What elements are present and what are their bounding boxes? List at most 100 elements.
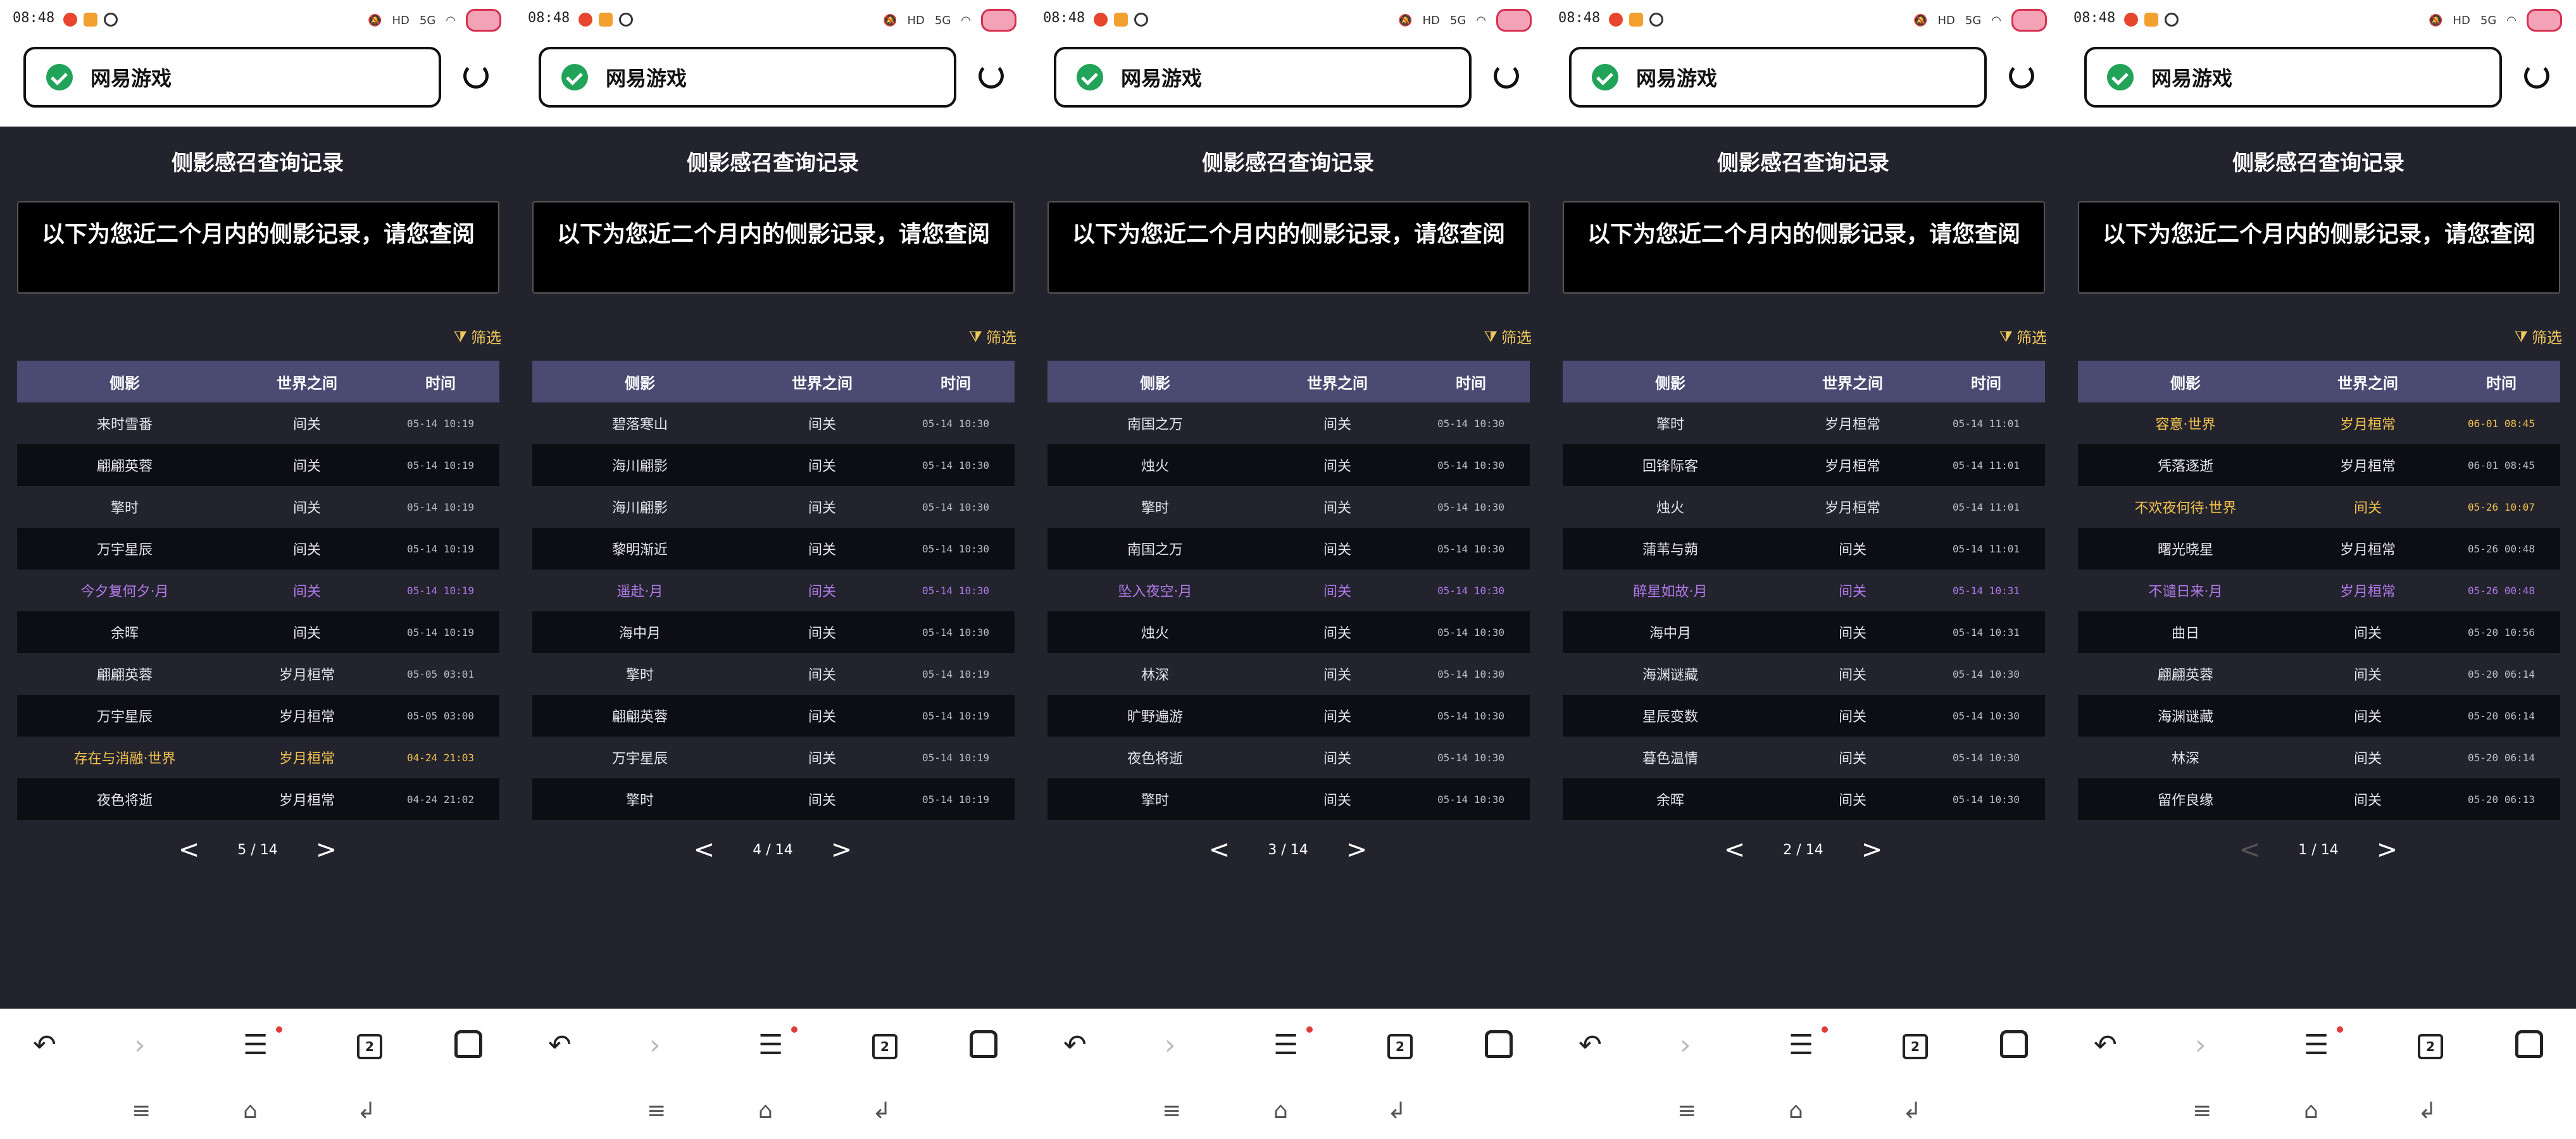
pagination: < 2 / 14 > bbox=[1546, 835, 2061, 864]
filter-button[interactable]: ⧩ 筛选 bbox=[454, 325, 501, 347]
forward-icon[interactable]: › bbox=[649, 1031, 661, 1059]
tabs-button[interactable]: 2 bbox=[872, 1034, 897, 1059]
recent-apps-icon[interactable]: ≡ bbox=[1162, 1099, 1181, 1124]
time-cell: 05-14 10:30 bbox=[1437, 668, 1504, 680]
address-bar[interactable]: 网易游戏 bbox=[1054, 47, 1472, 108]
system-nav-bar: ≡ ⌂ ↲ bbox=[1546, 1085, 2061, 1139]
prev-page-button[interactable]: < bbox=[694, 835, 715, 864]
back-nav-icon[interactable]: ↲ bbox=[1387, 1099, 1406, 1124]
address-bar[interactable]: 网易游戏 bbox=[2084, 47, 2502, 108]
forward-icon[interactable]: › bbox=[2195, 1031, 2206, 1059]
home-icon[interactable] bbox=[2515, 1030, 2543, 1058]
world-cell: 间关 bbox=[2353, 668, 2382, 683]
reload-icon[interactable] bbox=[979, 63, 1004, 89]
recent-apps-icon[interactable]: ≡ bbox=[647, 1099, 666, 1124]
notice-banner: 以下为您近二个月内的侧影记录，请您查阅 bbox=[2078, 201, 2560, 294]
back-nav-icon[interactable]: ↲ bbox=[872, 1099, 891, 1124]
world-cell: 岁月桓常 bbox=[1824, 459, 1880, 475]
wifi-icon: ◠ bbox=[2506, 13, 2517, 27]
forward-icon[interactable]: › bbox=[1165, 1031, 1176, 1059]
home-icon[interactable] bbox=[454, 1030, 482, 1058]
reload-icon[interactable] bbox=[2524, 63, 2549, 89]
back-nav-icon[interactable]: ↲ bbox=[357, 1099, 376, 1124]
home-nav-icon[interactable]: ⌂ bbox=[1789, 1099, 1803, 1124]
back-nav-icon[interactable]: ↲ bbox=[2418, 1099, 2437, 1124]
home-icon[interactable] bbox=[970, 1030, 997, 1058]
battery-icon bbox=[2527, 9, 2562, 32]
time-cell: 05-20 10:56 bbox=[2468, 626, 2535, 638]
table-row: 翩翩英蓉 间关 05-20 06:14 bbox=[2078, 653, 2560, 695]
table-row: 烛火 间关 05-14 10:30 bbox=[1047, 444, 1530, 486]
mute-icon: 🔕 bbox=[1398, 13, 1413, 27]
back-icon[interactable]: ↶ bbox=[1579, 1031, 1602, 1059]
filter-button[interactable]: ⧩ 筛选 bbox=[969, 325, 1016, 347]
recent-apps-icon[interactable]: ≡ bbox=[1677, 1099, 1696, 1124]
address-bar[interactable]: 网易游戏 bbox=[23, 47, 441, 108]
time-cell: 05-26 00:48 bbox=[2468, 584, 2535, 597]
back-icon[interactable]: ↶ bbox=[548, 1031, 572, 1059]
home-nav-icon[interactable]: ⌂ bbox=[758, 1099, 773, 1124]
shadow-name-cell: 来时雪番 bbox=[96, 417, 153, 433]
menu-icon[interactable]: ☰ bbox=[758, 1031, 783, 1059]
back-icon[interactable]: ↶ bbox=[2094, 1031, 2117, 1059]
system-nav-bar: ≡ ⌂ ↲ bbox=[515, 1085, 1030, 1139]
app-notification-icon bbox=[578, 13, 592, 27]
table-row: 擎时 间关 05-14 10:19 bbox=[532, 778, 1015, 820]
column-header: 时间 bbox=[425, 374, 456, 392]
reload-icon[interactable] bbox=[463, 63, 489, 89]
recent-apps-icon[interactable]: ≡ bbox=[2192, 1099, 2211, 1124]
forward-icon[interactable]: › bbox=[1680, 1031, 1691, 1059]
web-content: 侧影感召查询记录 以下为您近二个月内的侧影记录，请您查阅 ⧩ 筛选 侧影 世界之… bbox=[1546, 127, 2061, 1009]
tabs-button[interactable]: 2 bbox=[2418, 1034, 2443, 1059]
prev-page-button[interactable]: < bbox=[1209, 835, 1230, 864]
phone-screenshot: 08:48 🔕 HD 5G ◠ 网易游戏 侧影感召查询记录 以下为您近二个月内的… bbox=[1030, 0, 1546, 1139]
next-page-button[interactable]: > bbox=[1861, 835, 1883, 864]
filter-button[interactable]: ⧩ 筛选 bbox=[1484, 325, 1532, 347]
address-bar[interactable]: 网易游戏 bbox=[539, 47, 956, 108]
prev-page-button[interactable]: < bbox=[178, 835, 200, 864]
next-page-button[interactable]: > bbox=[2377, 835, 2398, 864]
back-icon[interactable]: ↶ bbox=[33, 1031, 56, 1059]
filter-button[interactable]: ⧩ 筛选 bbox=[2515, 325, 2562, 347]
menu-icon[interactable]: ☰ bbox=[2304, 1031, 2329, 1059]
menu-icon[interactable]: ☰ bbox=[1789, 1031, 1813, 1059]
address-bar[interactable]: 网易游戏 bbox=[1569, 47, 1987, 108]
forward-icon[interactable]: › bbox=[134, 1031, 146, 1059]
home-icon[interactable] bbox=[1485, 1030, 1513, 1058]
menu-icon[interactable]: ☰ bbox=[243, 1031, 268, 1059]
tabs-button[interactable]: 2 bbox=[1903, 1034, 1928, 1059]
table-row: 擎时 岁月桓常 05-14 11:01 bbox=[1563, 402, 2045, 444]
status-indicators: 🔕 HD 5G ◠ bbox=[368, 9, 501, 32]
home-icon[interactable] bbox=[2000, 1030, 2028, 1058]
web-content: 侧影感召查询记录 以下为您近二个月内的侧影记录，请您查阅 ⧩ 筛选 侧影 世界之… bbox=[1030, 127, 1546, 1009]
back-icon[interactable]: ↶ bbox=[1063, 1031, 1087, 1059]
reload-icon[interactable] bbox=[2009, 63, 2034, 89]
web-content: 侧影感召查询记录 以下为您近二个月内的侧影记录，请您查阅 ⧩ 筛选 侧影 世界之… bbox=[515, 127, 1030, 1009]
reload-icon[interactable] bbox=[1494, 63, 1519, 89]
time-cell: 06-01 08:45 bbox=[2468, 417, 2535, 430]
filter-label: 筛选 bbox=[2016, 329, 2047, 347]
next-page-button[interactable]: > bbox=[316, 835, 337, 864]
prev-page-button[interactable]: < bbox=[2239, 835, 2261, 864]
menu-icon[interactable]: ☰ bbox=[1273, 1031, 1298, 1059]
filter-button[interactable]: ⧩ 筛选 bbox=[1999, 325, 2047, 347]
tabs-button[interactable]: 2 bbox=[357, 1034, 382, 1059]
recent-apps-icon[interactable]: ≡ bbox=[132, 1099, 151, 1124]
tabs-button[interactable]: 2 bbox=[1387, 1034, 1413, 1059]
menu-badge bbox=[2337, 1026, 2343, 1033]
address-text: 网易游戏 bbox=[91, 66, 172, 90]
next-page-button[interactable]: > bbox=[1346, 835, 1368, 864]
column-header: 世界之间 bbox=[277, 374, 337, 392]
next-page-button[interactable]: > bbox=[831, 835, 853, 864]
notification-icons bbox=[2124, 13, 2179, 27]
world-cell: 间关 bbox=[808, 793, 836, 809]
home-nav-icon[interactable]: ⌂ bbox=[2304, 1099, 2318, 1124]
back-nav-icon[interactable]: ↲ bbox=[1903, 1099, 1922, 1124]
time-cell: 04-24 21:02 bbox=[407, 793, 474, 806]
prev-page-button[interactable]: < bbox=[1724, 835, 1746, 864]
time-cell: 05-14 10:30 bbox=[1437, 542, 1504, 555]
home-nav-icon[interactable]: ⌂ bbox=[1273, 1099, 1288, 1124]
home-nav-icon[interactable]: ⌂ bbox=[243, 1099, 258, 1124]
world-cell: 岁月桓常 bbox=[2339, 542, 2396, 558]
app-notification-icon bbox=[2124, 13, 2138, 27]
